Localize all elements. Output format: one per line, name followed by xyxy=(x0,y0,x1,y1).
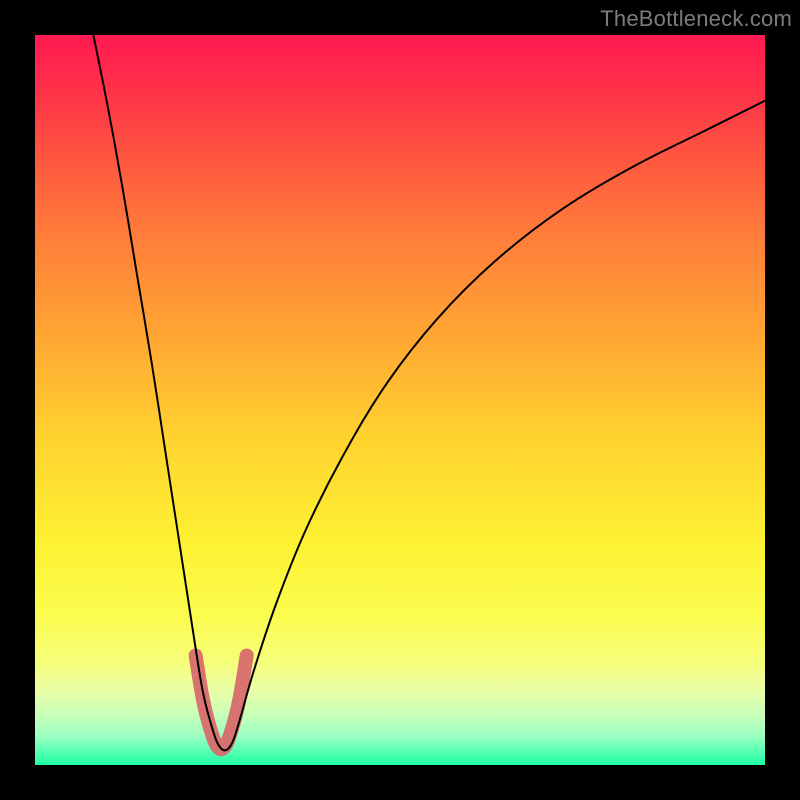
bottleneck-curve xyxy=(93,35,765,750)
optimal-zone-highlight xyxy=(196,656,247,750)
watermark-text: TheBottleneck.com xyxy=(600,6,792,32)
chart-canvas: TheBottleneck.com xyxy=(0,0,800,800)
plot-area xyxy=(35,35,765,765)
curve-svg xyxy=(35,35,765,765)
